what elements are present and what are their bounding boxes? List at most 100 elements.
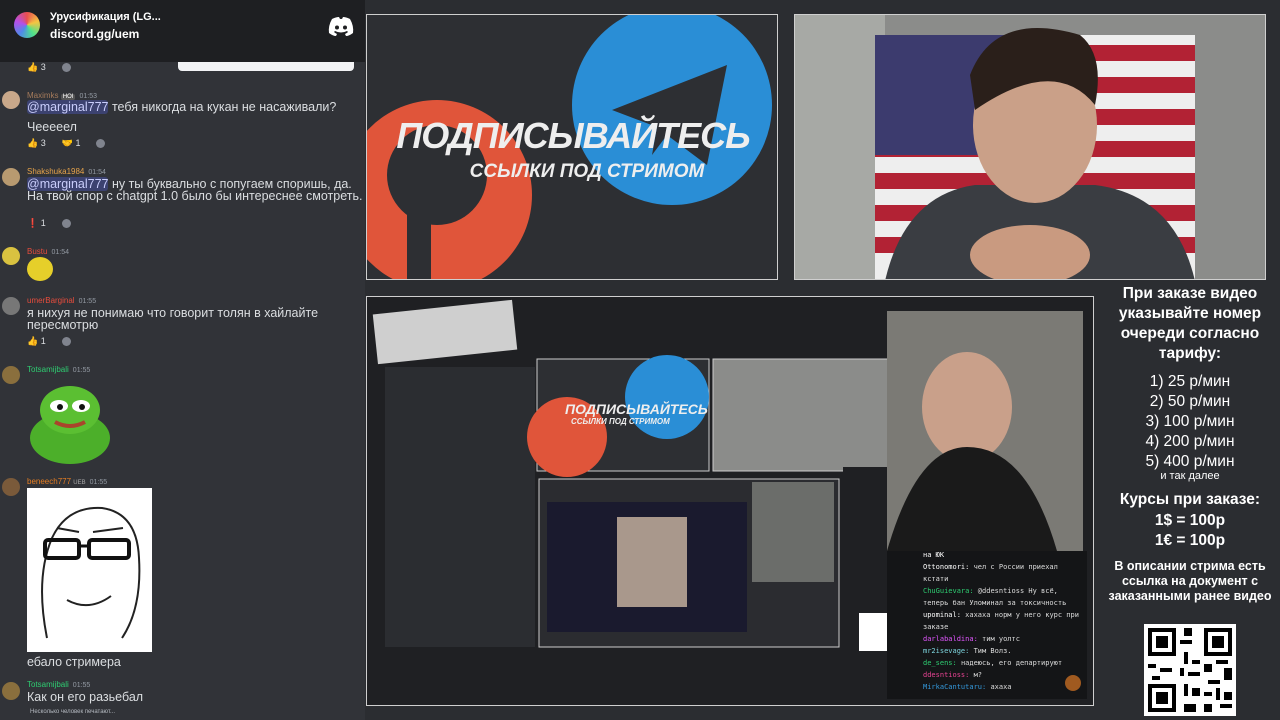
banner-title: ПОДПИСЫВАЙТЕСЬ (396, 115, 750, 156)
server-title: Урусификация (LG... (50, 11, 161, 23)
tariff-item: 1) 25 р/мин (1149, 373, 1231, 390)
username-text: Bustu (27, 247, 48, 256)
username-text: beneech777 (27, 477, 72, 486)
timestamp: 01:55 (72, 682, 91, 689)
inner-chat-text: надеюсь, его департируют (960, 659, 1063, 667)
tariff-list: 1) 25 р/мин 2) 50 р/мин 3) 100 р/мин 4) … (1100, 372, 1280, 472)
nested-banner-subtitle: ССЫЛКИ ПОД СТРИМОМ (571, 417, 670, 426)
inner-chat-line: на ЮК (923, 549, 1083, 561)
inner-chat: на ЮК Ottonomori: чел с России приехал к… (923, 549, 1083, 693)
tariff-etc: и так далее (1160, 470, 1220, 482)
timestamp: 01:54 (88, 169, 106, 176)
reaction-count: 1 (75, 138, 81, 148)
notification-bar (178, 62, 354, 71)
inner-chat-user: de_sens: (923, 659, 957, 667)
invite-url[interactable]: discord.gg/uem (50, 27, 139, 41)
username-text: Maximks (27, 91, 59, 100)
inner-chat-line: ddesntioss: м? (923, 669, 1083, 681)
inner-chat-line: ChuGuievara: @ddesntioss Ну всё, теперь … (923, 585, 1083, 609)
avatar[interactable] (2, 247, 20, 265)
inner-chat-text: Тим Волз. (973, 647, 1012, 655)
discord-header: Урусификация (LG... discord.gg/uem (0, 0, 365, 62)
course-eur: 1€ = 100р (1154, 532, 1226, 549)
doc-note: В описании стрима есть ссылка на докумен… (1108, 559, 1272, 603)
avatar[interactable] (2, 366, 20, 384)
reaction-count: 1 (40, 336, 46, 346)
inner-chat-user: MirkaCantutaru: (923, 683, 987, 691)
inner-chat-line: darlabaldina: тим уолтс (923, 633, 1083, 645)
timestamp: 01:55 (89, 479, 108, 486)
wojak-meme-image (27, 488, 152, 652)
discord-chat-panel: Урусификация (LG... discord.gg/uem 👍 3 M… (0, 0, 365, 720)
reaction-count: 3 (40, 62, 46, 72)
message-text: ебало стримера (27, 655, 121, 669)
reaction-row[interactable]: 👍 3 🤝 1 (27, 138, 113, 149)
inner-chat-line: MirkaCantutaru: ахаха (923, 681, 1083, 693)
reaction-count: 3 (40, 138, 46, 148)
username[interactable]: Maximks HOI 01:53 (27, 91, 97, 100)
inner-chat-text: тим уолтс (982, 635, 1020, 643)
webcam-scene (795, 15, 1265, 279)
inner-chat-line: upominal: хахаха норм у него курс при за… (923, 609, 1083, 633)
reaction-row[interactable]: 👍 3 (27, 62, 79, 73)
username[interactable]: Totsamijbali 01:55 (27, 680, 90, 689)
server-icon[interactable] (14, 12, 40, 38)
avatar[interactable] (2, 682, 20, 700)
timestamp: 01:53 (79, 93, 97, 100)
inner-chat-user: upominal: (923, 611, 961, 619)
user-badge: UEB (73, 480, 86, 486)
reaction-row[interactable]: ❗ 1 (27, 218, 79, 229)
username-text: Totsamijbali (27, 365, 69, 374)
timestamp: 01:55 (78, 298, 97, 305)
reaction-row[interactable]: 👍 1 (27, 336, 79, 347)
avatar[interactable] (2, 297, 20, 315)
message-text: @marginal777 ну ты буквально с попугаем … (27, 177, 363, 202)
username[interactable]: Totsamijbali 01:55 (27, 365, 90, 374)
username[interactable]: Shakshuka1984 01:54 (27, 167, 106, 176)
banner-subtitle: ССЫЛКИ ПОД СТРИМОМ (469, 161, 705, 182)
timestamp: 01:54 (51, 249, 69, 256)
inner-chat-user: ChuGuievara: (923, 587, 974, 595)
inner-chat-line: mr2isevage: Тим Волз. (923, 645, 1083, 657)
timestamp: 01:55 (72, 367, 91, 374)
tariff-item: 4) 200 р/мин (1145, 433, 1235, 450)
webcam-feed (794, 14, 1266, 280)
reaction-count: 1 (40, 218, 46, 228)
inner-chat-line: de_sens: надеюсь, его департируют (923, 657, 1083, 669)
mention[interactable]: @marginal777 (27, 100, 109, 114)
avatar[interactable] (2, 91, 20, 109)
username[interactable]: Bustu 01:54 (27, 247, 69, 256)
inner-chat-line: Ottonomori: чел с России приехал кстати (923, 561, 1083, 585)
avatar[interactable] (2, 168, 20, 186)
inner-chat-user: ddesntioss: (923, 671, 970, 679)
inner-chat-user: darlabaldina: (923, 635, 978, 643)
inner-chat-user: Ottonomori: (923, 563, 970, 571)
username-text: Totsamijbali (27, 680, 69, 689)
username[interactable]: beneech777 UEB 01:55 (27, 477, 107, 486)
message-text: Чееееел (27, 120, 77, 134)
nested-stream-capture: ПОДПИСЫВАЙТЕСЬ ССЫЛКИ ПОД СТРИМОМ на ЮК … (366, 296, 1094, 706)
avatar[interactable] (2, 478, 20, 496)
add-reaction-icon[interactable] (61, 337, 71, 347)
pepe-sticker (30, 386, 110, 464)
message-text: @marginal777 тебя никогда на кукан не на… (27, 100, 363, 114)
tariff-item: 2) 50 р/мин (1149, 393, 1231, 410)
tariff-item: 5) 400 р/мин (1145, 453, 1235, 470)
message-text: я нихуя не понимаю что говорит толян в х… (27, 306, 319, 332)
inner-chat-user: mr2isevage: (923, 647, 970, 655)
add-reaction-icon[interactable] (61, 219, 71, 229)
add-reaction-icon[interactable] (96, 139, 106, 149)
courses-title: Курсы при заказе: (1119, 491, 1261, 508)
qr-code-icon[interactable] (1144, 624, 1236, 716)
nested-banner-title: ПОДПИСЫВАЙТЕСЬ (565, 401, 708, 417)
username-text: umerBarginal (27, 296, 75, 305)
inner-chat-user: на ЮК (923, 551, 945, 559)
discord-logo-icon (328, 17, 354, 36)
tariff-item: 3) 100 р/мин (1145, 413, 1235, 430)
add-reaction-icon[interactable] (61, 63, 71, 73)
username[interactable]: umerBarginal 01:55 (27, 296, 96, 305)
order-heading: При заказе видео указывайте номер очеред… (1118, 285, 1262, 362)
subscribe-banner: ПОДПИСЫВАЙТЕСЬ ССЫЛКИ ПОД СТРИМОМ (366, 14, 778, 280)
message-body: тебя никогда на кукан не насаживали? (108, 100, 337, 114)
username-text: Shakshuka1984 (27, 167, 85, 176)
